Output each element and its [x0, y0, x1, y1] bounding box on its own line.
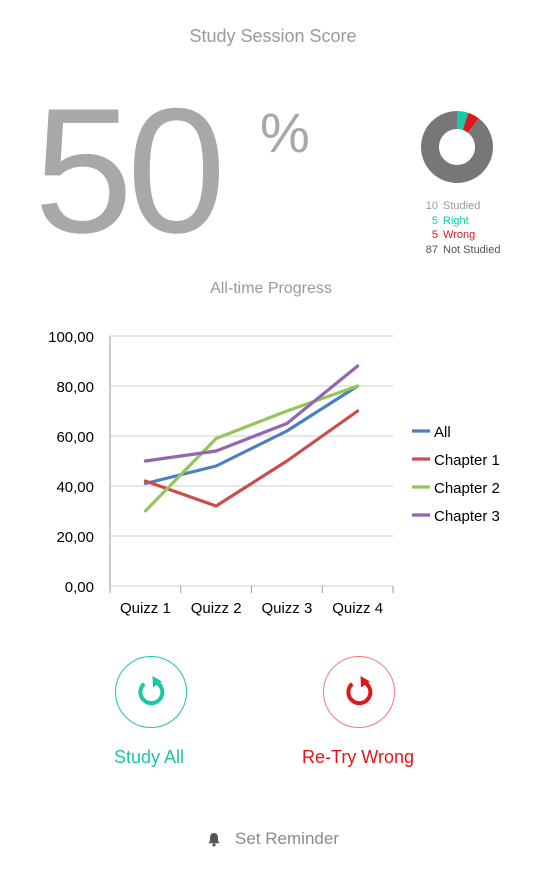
- legend-label: Chapter 2: [434, 480, 500, 497]
- y-tick-label: 40,00: [56, 479, 94, 496]
- y-tick-label: 20,00: [56, 529, 94, 546]
- set-reminder-label[interactable]: Set Reminder: [235, 829, 339, 849]
- stat-not-studied-label: Not Studied: [443, 243, 501, 256]
- stat-right-count: 5: [431, 214, 438, 227]
- retry-wrong-label[interactable]: Re-Try Wrong: [258, 747, 458, 768]
- y-tick-label: 60,00: [56, 429, 94, 446]
- legend-label: Chapter 3: [434, 508, 500, 525]
- x-tick-label: Quizz 3: [261, 600, 312, 617]
- donut-slice-not-studied: [421, 111, 493, 183]
- page-title: Study Session Score: [189, 26, 357, 46]
- y-tick-label: 80,00: [56, 379, 94, 396]
- score-value: 50: [34, 71, 226, 270]
- refresh-icon: [346, 676, 373, 706]
- stat-not-studied: 87 Not Studied: [404, 243, 514, 258]
- progress-title: All-time Progress: [210, 280, 332, 297]
- stat-wrong-count: 5: [431, 229, 438, 241]
- legend-label: Chapter 1: [434, 452, 500, 469]
- study-stats: 10 Studied 5 Right 5 Wrong 87 Not Studie…: [404, 199, 514, 257]
- x-tick-label: Quizz 1: [120, 600, 171, 617]
- y-tick-label: 0,00: [65, 579, 94, 596]
- stat-studied-count: 10: [425, 200, 438, 212]
- y-tick-label: 100,00: [48, 329, 94, 346]
- study-all-label[interactable]: Study All: [49, 747, 249, 768]
- legend-label: All: [434, 424, 451, 441]
- stat-studied-label: Studied: [443, 200, 481, 212]
- progress-line-chart: 0,00 20,00 40,00 60,00 80,00 100,00 Quizz 1 Qui…: [48, 329, 500, 617]
- stat-right-label: Right: [443, 214, 469, 227]
- stat-wrong-label: Wrong: [443, 229, 476, 241]
- stat-not-studied-count: 87: [425, 243, 438, 256]
- progress-donut-chart: [421, 111, 493, 183]
- score-unit: %: [260, 101, 310, 164]
- set-reminder-button[interactable]: Set Reminder: [0, 829, 546, 849]
- bell-icon: [207, 832, 221, 847]
- stat-right: 5 Right: [404, 214, 514, 229]
- x-tick-label: Quizz 2: [191, 600, 242, 617]
- stat-wrong: 5 Wrong: [404, 228, 514, 243]
- refresh-icon: [138, 676, 165, 706]
- x-tick-label: Quizz 4: [332, 600, 383, 617]
- retry-wrong-button[interactable]: [323, 656, 395, 728]
- study-all-button[interactable]: [115, 656, 187, 728]
- stat-studied: 10 Studied: [404, 199, 514, 214]
